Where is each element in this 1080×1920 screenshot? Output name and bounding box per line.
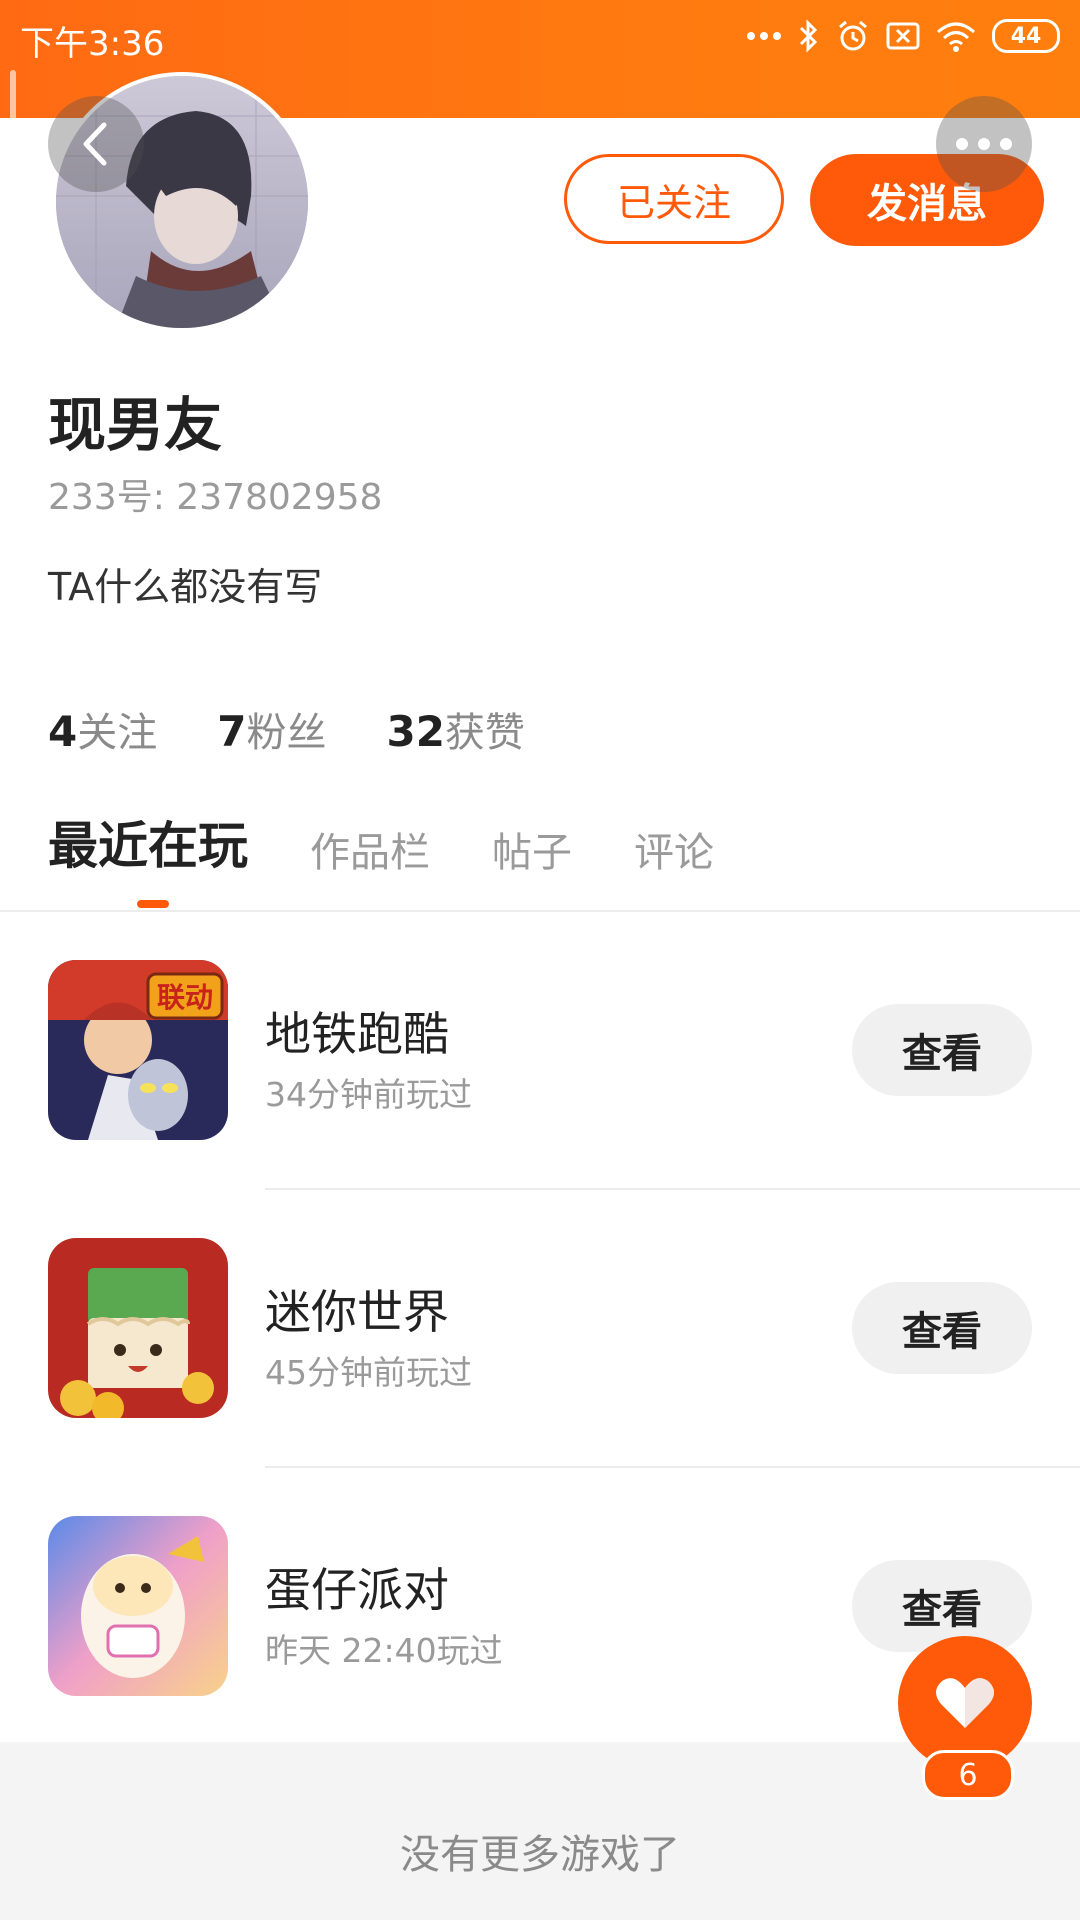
followed-button[interactable]: 已关注 [564, 154, 784, 244]
bluetooth-icon [799, 19, 818, 53]
stat-fans[interactable]: 7 粉丝 [217, 700, 326, 758]
list-item[interactable]: 联动 地铁跑酷 34分钟前玩过 查看 [0, 912, 1080, 1190]
dots-icon [747, 32, 781, 40]
list-item[interactable]: 迷你世界 45分钟前玩过 查看 [0, 1190, 1080, 1468]
user-id: 233号: 237802958 [48, 477, 383, 518]
username: 现男友 [48, 391, 223, 459]
like-count-badge: 6 [922, 1750, 1014, 1800]
stat-likes: 32 获赞 [386, 700, 524, 758]
tab-recently-played[interactable]: 最近在玩 [48, 806, 248, 878]
eggy-party-icon [48, 1516, 228, 1696]
stat-fans-label: 粉丝 [246, 710, 327, 756]
alarm-icon [839, 20, 867, 51]
tab-works[interactable]: 作品栏 [310, 820, 430, 878]
view-button[interactable]: 查看 [852, 1560, 1032, 1652]
stat-likes-label: 获赞 [444, 710, 525, 756]
stat-fans-count: 7 [217, 707, 247, 756]
heart-icon [936, 1678, 994, 1728]
bio: TA什么都没有写 [48, 565, 323, 609]
view-button[interactable]: 查看 [852, 1004, 1032, 1096]
tab-bar: 最近在玩 作品栏 帖子 评论 [48, 806, 714, 878]
chevron-left-icon [83, 122, 107, 166]
game-name: 迷你世界 [265, 1285, 449, 1339]
stat-following-count: 4 [48, 707, 78, 756]
battery-icon: 44 [992, 19, 1060, 53]
game-name: 地铁跑酷 [265, 1007, 449, 1061]
game-last-played: 45分钟前玩过 [265, 1353, 472, 1392]
mini-world-icon [48, 1238, 228, 1418]
view-button[interactable]: 查看 [852, 1282, 1032, 1374]
status-time: 下午3:36 [20, 24, 165, 64]
tab-indicator [137, 900, 169, 908]
stat-likes-count: 32 [386, 707, 445, 756]
more-dots-icon [956, 138, 1012, 150]
stat-following-label: 关注 [77, 710, 158, 756]
more-options-button[interactable] [936, 96, 1032, 192]
tab-posts[interactable]: 帖子 [492, 820, 572, 878]
game-icon-label: 联动 [157, 981, 213, 1014]
stat-following[interactable]: 4 关注 [48, 700, 157, 758]
subway-surfers-icon: 联动 [48, 960, 228, 1140]
sim-icon [886, 22, 920, 50]
battery-level: 44 [1010, 23, 1042, 49]
back-button[interactable] [48, 96, 144, 192]
game-last-played: 34分钟前玩过 [265, 1075, 472, 1114]
no-more-games-text: 没有更多游戏了 [400, 1832, 680, 1878]
list-footer: 没有更多游戏了 [0, 1742, 1080, 1920]
game-last-played: 昨天 22:40玩过 [265, 1631, 503, 1670]
game-list: 联动 地铁跑酷 34分钟前玩过 查看 迷你世界 45分钟前玩过 查看 蛋仔派对 … [0, 912, 1080, 1746]
profile-stats: 4 关注 7 粉丝 32 获赞 [48, 700, 525, 758]
status-icons: 44 [746, 14, 1060, 58]
tab-comments[interactable]: 评论 [634, 820, 714, 878]
scroll-indicator [10, 70, 16, 160]
wifi-icon [937, 22, 975, 52]
game-name: 蛋仔派对 [265, 1563, 449, 1617]
